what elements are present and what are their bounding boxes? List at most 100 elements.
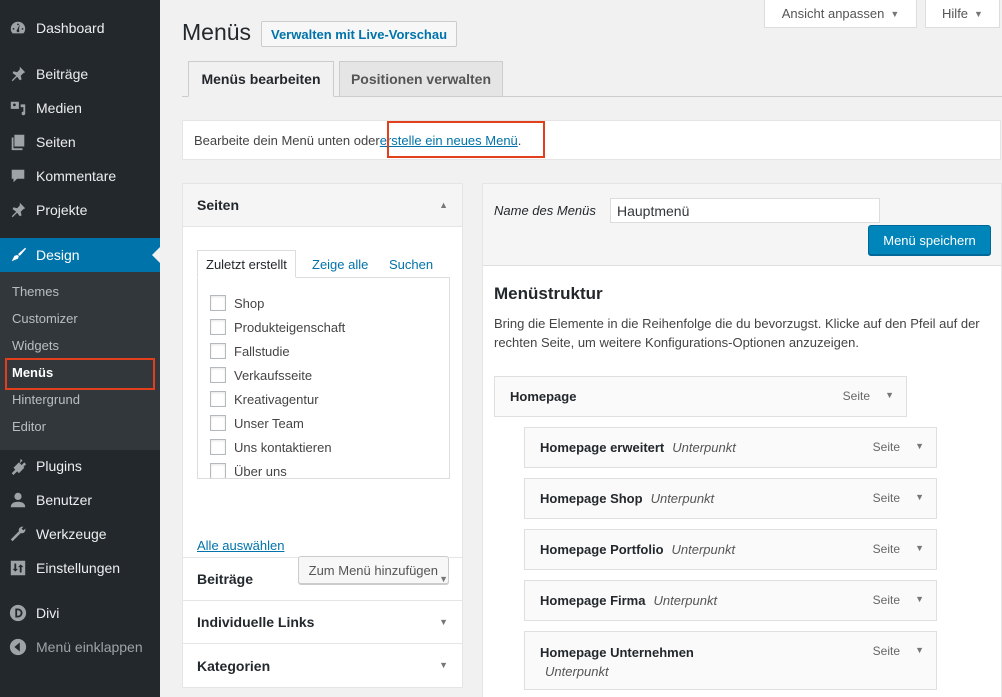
accordion-section-custom-links[interactable]: Individuelle Links ▼ [183,601,462,644]
pin-icon [0,201,36,219]
pages-checklist[interactable]: Shop Produkteigenschaft Fallstudie Verka… [197,277,450,479]
sidebar-item-plugins[interactable]: Plugins [0,449,160,483]
sidebar-item-medien[interactable]: Medien [0,91,160,125]
page-checkbox-row[interactable]: Shop [210,293,264,313]
caret-down-icon: ▼ [974,8,983,19]
menu-item-subtitle: Unterpunkt [653,593,718,608]
sidebar-label: Einstellungen [36,560,121,576]
sidebar-label: Kommentare [36,168,117,184]
sidebar-label: Divi [36,605,60,621]
checkbox[interactable] [210,343,226,359]
menu-item[interactable]: Homepage Shop Unterpunkt Seite ▼ [524,478,937,519]
menu-structure-description: Bring die Elemente in die Reihenfolge di… [494,316,980,350]
menu-item-title: Homepage Shop [540,491,643,506]
caret-down-icon: ▼ [439,574,448,584]
live-preview-button[interactable]: Verwalten mit Live-Vorschau [261,21,458,47]
menu-item-subtitle: Unterpunkt [650,491,715,506]
collapse-menu-button[interactable]: Menü einklappen [0,630,160,664]
menu-item[interactable]: Homepage Firma Unterpunkt Seite ▼ [524,580,937,621]
menu-item-type: Seite [872,644,900,658]
screen-options-button[interactable]: Ansicht anpassen ▼ [764,0,917,28]
tab-most-recent[interactable]: Zuletzt erstellt [197,250,296,278]
sidebar-label: Dashboard [36,20,105,36]
page-label: Unser Team [234,415,304,431]
sidebar-label: Beiträge [36,66,89,82]
help-label: Hilfe [942,6,969,21]
notice-text: Bearbeite dein Menü unten oder [194,132,380,148]
sidebar-item-kommentare[interactable]: Kommentare [0,159,160,193]
tab-view-all[interactable]: Zeige alle [312,250,368,278]
sidebar-label: Design [36,247,80,263]
checkbox[interactable] [210,319,226,335]
user-icon [0,491,36,509]
sidebar-item-einstellungen[interactable]: Einstellungen [0,551,160,585]
sidebar-item-projekte[interactable]: Projekte [0,193,160,227]
expand-arrow-icon[interactable]: ▼ [915,492,924,502]
accordion-section-seiten[interactable]: Seiten ▲ [183,184,462,227]
tab-edit-menus[interactable]: Menüs bearbeiten [188,61,334,97]
page-checkbox-row[interactable]: Über uns [210,461,287,478]
page-label: Kreativagentur [234,391,319,407]
sidebar-item-dashboard[interactable]: Dashboard [0,11,160,45]
checkbox[interactable] [210,439,226,455]
page-checkbox-row[interactable]: Produkteigenschaft [210,317,345,337]
sidebar-item-divi[interactable]: Divi [0,596,160,630]
expand-arrow-icon[interactable]: ▼ [885,390,894,400]
menu-item-title: Homepage Portfolio [540,542,664,557]
active-indicator [152,247,160,263]
page-checkbox-row[interactable]: Kreativagentur [210,389,319,409]
menu-name-label: Name des Menüs [494,203,596,218]
submenu-item-editor[interactable]: Editor [12,417,46,437]
expand-arrow-icon[interactable]: ▼ [915,645,924,655]
menu-item-type: Seite [872,593,900,607]
checkbox[interactable] [210,415,226,431]
menu-item-subtitle: Unterpunkt [672,440,736,455]
seiten-panel: Zuletzt erstellt Zeige alle Suchen Shop … [183,227,462,584]
submenu-item-widgets[interactable]: Widgets [12,336,59,356]
sidebar-item-seiten[interactable]: Seiten [0,125,160,159]
expand-arrow-icon[interactable]: ▼ [915,441,924,451]
sidebar-item-beitraege[interactable]: Beiträge [0,57,160,91]
checkbox[interactable] [210,295,226,311]
page-checkbox-row[interactable]: Unser Team [210,413,304,433]
page-checkbox-row[interactable]: Uns kontaktieren [210,437,332,457]
save-menu-button[interactable]: Menü speichern [868,225,991,255]
checkbox[interactable] [210,391,226,407]
pin-icon [0,65,36,83]
tab-search[interactable]: Suchen [389,250,433,278]
select-all-link[interactable]: Alle auswählen [197,538,284,553]
wrench-icon [0,525,36,543]
sidebar-item-werkzeuge[interactable]: Werkzeuge [0,517,160,551]
screen-options-label: Ansicht anpassen [781,6,885,21]
dashboard-icon [0,19,36,37]
submenu-item-themes[interactable]: Themes [12,282,59,302]
menu-item[interactable]: Homepage erweitert Unterpunkt Seite ▼ [524,427,937,468]
menu-item-title: Homepage Firma [540,593,646,608]
accordion-section-beitraege[interactable]: Beiträge ▼ [183,558,462,601]
menu-item[interactable]: Homepage Unternehmen Unterpunkt Seite ▼ [524,631,937,690]
page-checkbox-row[interactable]: Fallstudie [210,341,290,361]
menu-item-subtitle: Unterpunkt [545,664,609,679]
tab-manage-locations[interactable]: Positionen verwalten [339,61,503,97]
sidebar-item-design[interactable]: Design [0,238,160,272]
page-label: Shop [234,295,265,311]
expand-arrow-icon[interactable]: ▼ [915,594,924,604]
menu-item-subtitle: Unterpunkt [671,542,736,557]
menu-item[interactable]: Homepage Portfolio Unterpunkt Seite ▼ [524,529,937,570]
highlight-box [387,121,545,158]
menu-item[interactable]: Homepage Seite ▼ [494,376,907,417]
menu-item-type: Seite [872,440,900,454]
expand-arrow-icon[interactable]: ▼ [915,543,924,553]
accordion-section-kategorien[interactable]: Kategorien ▼ [183,644,462,687]
submenu-item-hintergrund[interactable]: Hintergrund [12,390,80,410]
submenu-item-customizer[interactable]: Customizer [12,309,78,329]
page-checkbox-row[interactable]: Verkaufsseite [210,365,312,385]
checkbox[interactable] [210,367,226,383]
page-title: Menüs [182,19,252,45]
sidebar-item-benutzer[interactable]: Benutzer [0,483,160,517]
menu-editor-panel: Name des Menüs Hauptmenü Menü speichern … [482,183,1002,697]
help-button[interactable]: Hilfe ▼ [925,0,1000,28]
menu-name-input[interactable]: Hauptmenü [610,198,880,223]
checkbox[interactable] [210,463,226,478]
brush-icon [0,246,36,264]
